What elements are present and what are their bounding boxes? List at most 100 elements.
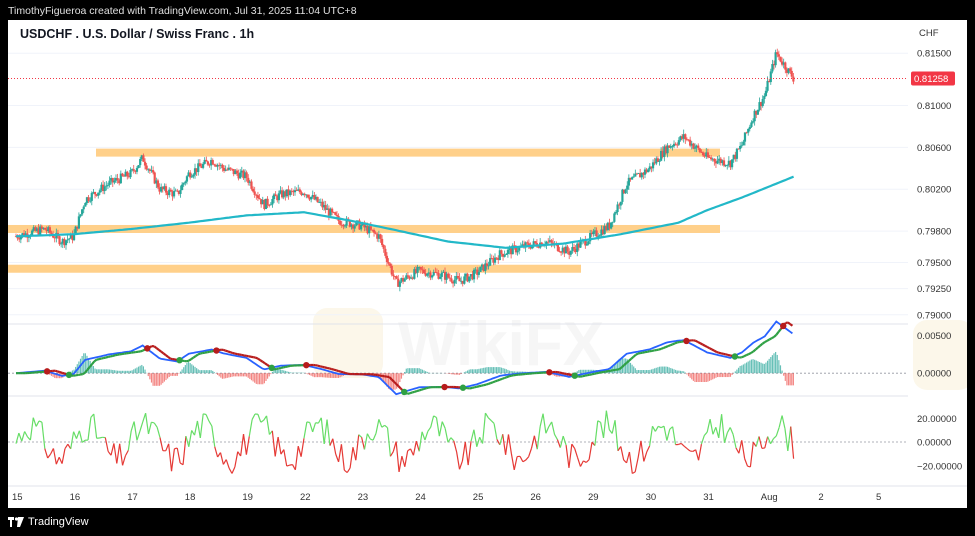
chart-title: USDCHF . U.S. Dollar / Swiss Franc . 1h: [20, 27, 254, 41]
candle-body: [677, 140, 680, 145]
macd-signal-segment: [702, 343, 706, 347]
candle-body: [730, 159, 734, 168]
macd-signal-segment: [501, 376, 505, 380]
macd-signal-segment: [506, 375, 510, 379]
candle-body: [595, 230, 598, 237]
price-tick-label: 0.81000: [917, 101, 951, 112]
candle-body: [619, 201, 622, 206]
candle-body: [258, 197, 261, 200]
macd-signal-segment: [315, 364, 319, 367]
candle-body: [211, 160, 214, 165]
candle-body: [201, 163, 205, 168]
time-tick-label: 30: [646, 492, 657, 503]
macd-signal-segment: [628, 358, 632, 362]
oscillator-segment: [203, 413, 207, 416]
candle-body: [306, 194, 310, 198]
macd-signal-segment: [280, 366, 284, 369]
macd-signal-segment: [674, 341, 678, 345]
candle-body: [374, 232, 377, 234]
candle-body: [676, 144, 679, 146]
candle-body: [790, 70, 793, 77]
macd-signal-segment: [192, 355, 197, 359]
chart-panel[interactable]: WikiFX USDCHF . U.S. Dollar / Swiss Fran…: [8, 20, 967, 508]
candle-body: [121, 173, 124, 176]
macd-signal-segment: [283, 365, 286, 369]
candle-body: [268, 205, 271, 206]
time-tick-label: 18: [185, 492, 196, 503]
macd-signal-segment: [789, 323, 794, 327]
candle-body: [697, 145, 700, 149]
candle-body: [579, 241, 582, 248]
candle-body: [298, 189, 301, 193]
macd-signal-segment: [98, 357, 102, 361]
candle-body: [777, 54, 780, 57]
credit-line: TimothyFigueroa created with TradingView…: [8, 5, 357, 17]
candle-body: [266, 198, 269, 206]
macd-signal-segment: [471, 386, 475, 389]
candle-body: [343, 225, 347, 227]
macd-cross-marker: [731, 353, 739, 360]
time-tick-label: 2: [818, 492, 823, 503]
macd-signal-segment: [752, 348, 757, 353]
candle-body: [472, 269, 476, 280]
price-tick-label: 0.79000: [917, 310, 951, 321]
macd-signal-segment: [319, 365, 323, 368]
macd-signal-segment: [232, 351, 236, 355]
macd-signal-segment: [158, 349, 162, 353]
macd-signal-segment: [411, 390, 415, 394]
candle-body: [103, 186, 106, 192]
macd-cross-marker: [176, 356, 183, 364]
macd-signal-segment: [333, 368, 337, 372]
macd-signal-segment: [114, 353, 118, 357]
macd-signal-segment: [635, 352, 639, 356]
candle-body: [764, 90, 768, 96]
macd-cross-marker: [441, 383, 448, 391]
candle-body: [766, 80, 769, 91]
candle-body: [113, 180, 116, 183]
macd-signal-segment: [259, 359, 264, 363]
macd-signal-segment: [720, 352, 724, 355]
macd-signal-segment: [672, 342, 676, 346]
macd-cross-marker: [43, 368, 51, 375]
macd-signal-segment: [768, 337, 773, 341]
candle-body: [450, 278, 453, 282]
oscillator-tick-label: 0.00000: [917, 438, 951, 449]
candle-body: [182, 183, 185, 185]
candle-body: [192, 174, 195, 177]
candle-body: [245, 172, 248, 178]
candle-body: [48, 227, 51, 233]
candle-body: [626, 185, 629, 190]
macd-signal-segment: [630, 355, 635, 360]
candle-body: [572, 247, 576, 249]
macd-signal-segment: [697, 341, 701, 345]
footer-brand[interactable]: TradingView: [8, 512, 89, 532]
macd-signal-segment: [285, 365, 289, 368]
macd-signal-segment: [409, 391, 413, 395]
candle-body: [613, 213, 616, 222]
candle-body: [647, 169, 650, 173]
candle-body: [416, 267, 419, 273]
price-tick-label: 0.80600: [917, 143, 951, 154]
macd-signal-segment: [771, 335, 775, 340]
macd-signal-segment: [54, 369, 58, 373]
macd-signal-segment: [229, 351, 233, 355]
candle-body: [706, 152, 709, 158]
candle-body: [81, 209, 84, 215]
macd-signal-segment: [478, 384, 482, 388]
macd-signal-segment: [658, 347, 662, 351]
chart-svg[interactable]: WikiFX USDCHF . U.S. Dollar / Swiss Fran…: [8, 20, 967, 508]
candle-body: [722, 160, 726, 166]
macd-signal-segment: [508, 374, 512, 378]
candle-body: [614, 212, 618, 214]
candle-body: [566, 246, 569, 252]
candle-body: [489, 258, 492, 266]
macd-cross-marker: [459, 384, 467, 391]
candle-body: [274, 194, 277, 197]
candle-body: [426, 273, 429, 276]
candle-body: [116, 178, 119, 181]
macd-signal-segment: [766, 338, 770, 342]
candle-body: [84, 202, 87, 207]
macd-signal-segment: [329, 367, 332, 371]
candle-body: [253, 191, 256, 195]
macd-cross-marker: [401, 388, 408, 396]
